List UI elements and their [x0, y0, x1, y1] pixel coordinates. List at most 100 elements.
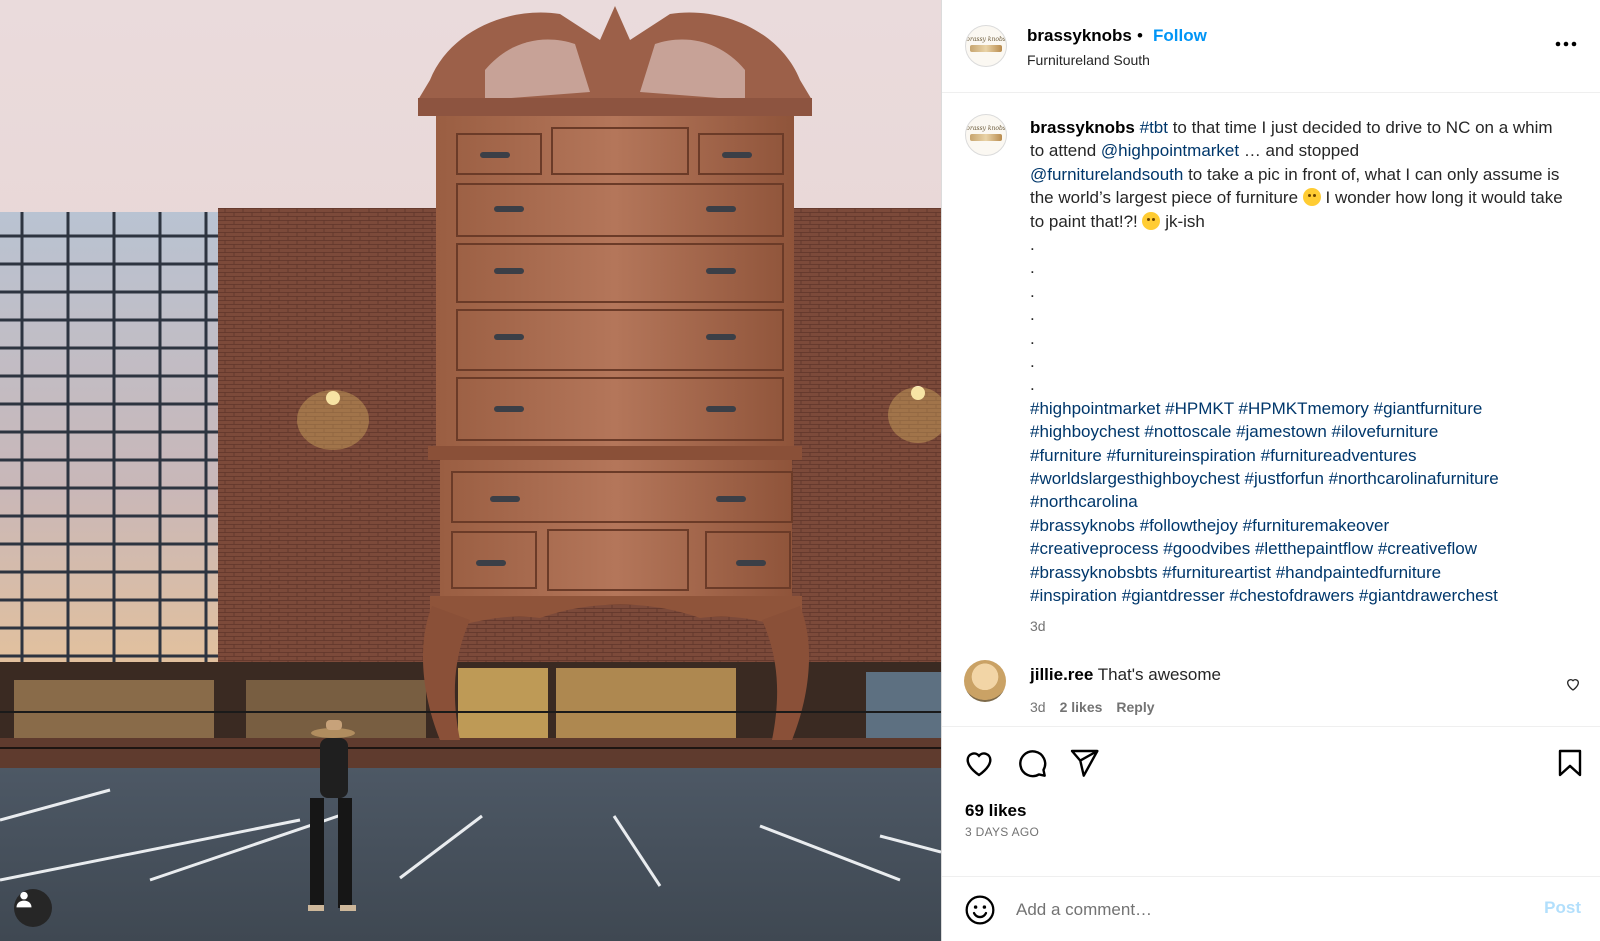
likes-count[interactable]: 69 likes [965, 801, 1026, 821]
hashtag-link[interactable]: #northcarolina [1030, 492, 1138, 511]
post-comment-button[interactable]: Post [1544, 898, 1581, 918]
post-actions: 69 likes 3 DAYS AGO [942, 726, 1600, 876]
comment-reply-button[interactable]: Reply [1116, 699, 1154, 715]
caption-username[interactable]: brassyknobs [1030, 118, 1135, 137]
like-button[interactable] [963, 747, 995, 779]
heart-icon [966, 752, 992, 777]
hashtag-link[interactable]: #ilovefurniture [1332, 422, 1439, 441]
hashtag-line: #worldslargesthighboychest #justforfun #… [1030, 467, 1570, 490]
hashtag-link[interactable]: #inspiration [1030, 586, 1117, 605]
hashtag-line: #brassyknobsbts #furnitureartist #handpa… [1030, 561, 1570, 584]
post-caption: brassyknobs #tbt to that time I just dec… [1030, 116, 1570, 639]
hashtag-link[interactable]: #furniture [1030, 446, 1102, 465]
hashtag-link[interactable]: #brassyknobs [1030, 516, 1135, 535]
caption-dot: . [1030, 351, 1035, 371]
comment-likes[interactable]: 2 likes [1060, 699, 1103, 715]
hashtag-link[interactable]: #giantdrawerchest [1359, 586, 1498, 605]
more-horizontal-icon [1555, 41, 1577, 47]
comments-scroll-area[interactable]: brassy knobs brassyknobs #tbt to that ti… [942, 94, 1600, 726]
commenter-username[interactable]: jillie.ree [1030, 665, 1093, 684]
comment-time[interactable]: 3d [1030, 699, 1046, 715]
emoji-smiley-icon [965, 895, 995, 925]
more-options-button[interactable] [1553, 34, 1579, 54]
giant-highboy-photo [0, 0, 941, 941]
hashtag-link[interactable]: #creativeflow [1378, 539, 1477, 558]
header-separator: • [1137, 26, 1143, 45]
mention-link[interactable]: @furniturelandsouth [1030, 165, 1183, 184]
hashtag-link[interactable]: #highboychest [1030, 422, 1140, 441]
heart-icon [1566, 679, 1580, 691]
hashtag-link[interactable]: #furnituremakeover [1243, 516, 1389, 535]
hashtag-link[interactable]: #creativeprocess [1030, 539, 1159, 558]
comment-body: jillie.ree That's awesome [1030, 665, 1221, 685]
post-side-panel: brassy knobs brassyknobs • Follow Furnit… [941, 0, 1600, 941]
hashtag-link[interactable]: #letthepaintflow [1255, 539, 1373, 558]
hashtag-link[interactable]: #chestofdrawers [1229, 586, 1354, 605]
thinking-emoji-icon [1302, 188, 1321, 207]
bookmark-icon [1558, 749, 1582, 777]
mention-link[interactable]: @highpointmarket [1101, 141, 1239, 160]
comment-input[interactable] [1016, 897, 1496, 923]
hashtag-link[interactable]: #handpaintedfurniture [1276, 563, 1441, 582]
post-header: brassy knobs brassyknobs • Follow Furnit… [942, 0, 1600, 93]
caption-dots: ....... [1030, 233, 1570, 397]
caption-hashtags: #highpointmarket #HPMKT #HPMKTmemory #gi… [1030, 397, 1570, 608]
comment-like-button[interactable] [1565, 676, 1581, 697]
hashtag-link[interactable]: #northcarolinafurniture [1329, 469, 1499, 488]
follow-button[interactable]: Follow [1153, 26, 1207, 46]
hashtag-link[interactable]: #furnitureadventures [1261, 446, 1417, 465]
caption-author-avatar[interactable]: brassy knobs [965, 114, 1007, 156]
hashtag-link[interactable]: #jamestown [1236, 422, 1327, 441]
hashtag-link[interactable]: #goodvibes [1163, 539, 1250, 558]
hashtag-link[interactable]: #giantfurniture [1374, 399, 1483, 418]
hashtag-link[interactable]: #tbt [1140, 118, 1168, 137]
hashtag-line: #furniture #furnitureinspiration #furnit… [1030, 444, 1570, 467]
user-tag-icon [16, 891, 32, 908]
hashtag-line: #inspiration #giantdresser #chestofdrawe… [1030, 584, 1570, 607]
hashtag-link[interactable]: #furnitureartist [1162, 563, 1271, 582]
commenter-avatar[interactable] [964, 660, 1006, 702]
hashtag-link[interactable]: #HPMKT [1165, 399, 1234, 418]
comment-button[interactable] [1016, 747, 1048, 779]
caption-dot: . [1030, 258, 1035, 278]
caption-dot: . [1030, 281, 1035, 301]
author-avatar[interactable]: brassy knobs [965, 25, 1007, 67]
hashtag-link[interactable]: #justforfun [1245, 469, 1324, 488]
laughing-emoji-icon [1142, 211, 1161, 230]
hashtag-link[interactable]: #worldslargesthighboychest [1030, 469, 1240, 488]
hashtag-link[interactable]: #followthejoy [1140, 516, 1238, 535]
post-location[interactable]: Furnitureland South [1027, 52, 1150, 68]
save-button[interactable] [1554, 747, 1586, 779]
hashtag-link[interactable]: #nottoscale [1144, 422, 1231, 441]
author-username[interactable]: brassyknobs [1027, 26, 1132, 46]
comment-meta: 3d 2 likes Reply [1030, 699, 1155, 715]
hashtag-line: #brassyknobs #followthejoy #furnituremak… [1030, 514, 1570, 537]
hashtag-line: #creativeprocess #goodvibes #letthepaint… [1030, 537, 1570, 560]
hashtag-link[interactable]: #furnitureinspiration [1107, 446, 1256, 465]
comment-bubble-icon [1019, 750, 1047, 778]
hashtag-link[interactable]: #highpointmarket [1030, 399, 1160, 418]
paper-plane-icon [1070, 749, 1099, 777]
hashtag-link[interactable]: #HPMKTmemory [1239, 399, 1369, 418]
hashtag-link[interactable]: #giantdresser [1122, 586, 1225, 605]
caption-dot: . [1030, 328, 1035, 348]
hashtag-link[interactable]: #brassyknobsbts [1030, 563, 1158, 582]
add-comment-bar: Post [942, 876, 1600, 941]
user-tag-button[interactable] [14, 889, 52, 927]
post-photo[interactable] [0, 0, 941, 941]
instagram-post-modal: brassy knobs brassyknobs • Follow Furnit… [0, 0, 1600, 941]
caption-dot: . [1030, 375, 1035, 395]
comment-item: jillie.ree That's awesome 3d 2 likes Rep… [942, 660, 1600, 724]
caption-dot: . [1030, 235, 1035, 255]
comment-text: That's awesome [1097, 665, 1221, 684]
hashtag-line: #highboychest #nottoscale #jamestown #il… [1030, 420, 1570, 443]
caption-timestamp[interactable]: 3d [1030, 615, 1570, 638]
hashtag-line: #highpointmarket #HPMKT #HPMKTmemory #gi… [1030, 397, 1570, 420]
caption-dot: . [1030, 305, 1035, 325]
caption-text: … and stopped [1239, 141, 1360, 161]
caption-text: jk-ish [1160, 211, 1205, 231]
post-date[interactable]: 3 DAYS AGO [965, 825, 1039, 839]
emoji-picker-button[interactable] [964, 894, 996, 931]
share-button[interactable] [1068, 747, 1100, 779]
hashtag-line: #northcarolina [1030, 490, 1570, 513]
